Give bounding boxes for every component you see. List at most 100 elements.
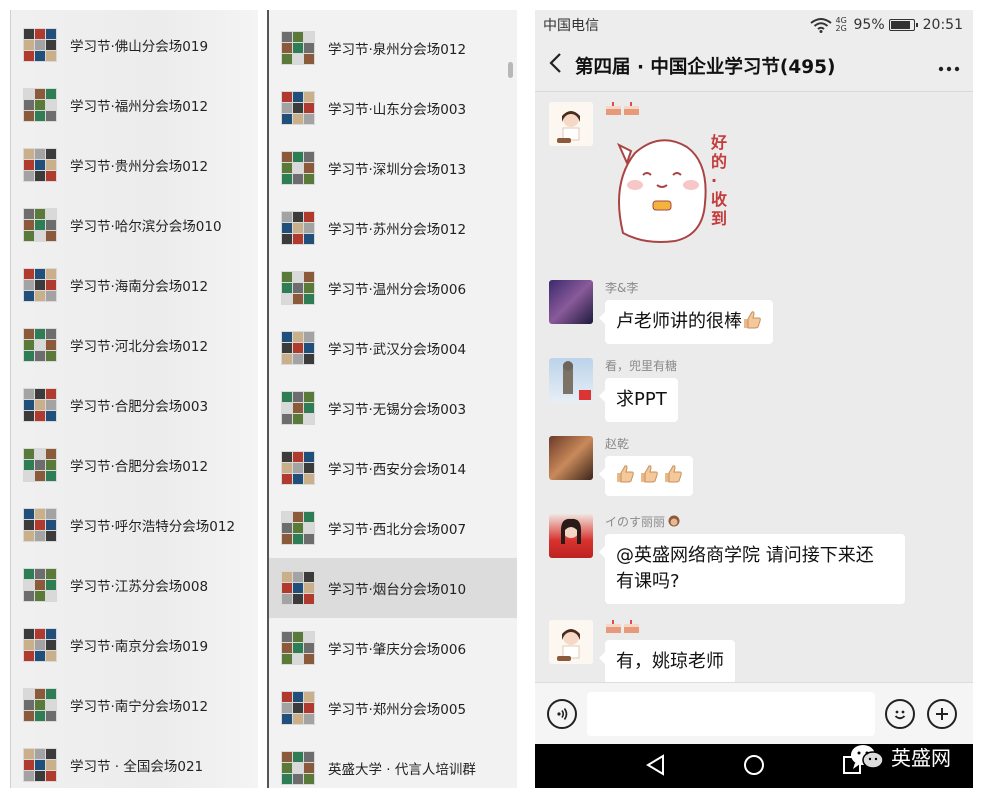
- list-item[interactable]: 学习节 · 全国会场021: [11, 735, 258, 788]
- message-bubble[interactable]: 卢老师讲的很棒: [599, 300, 773, 344]
- list-item[interactable]: 学习节·武汉分会场004: [269, 318, 517, 378]
- chat-title: 第四届 · 中国企业学习节(495): [575, 56, 836, 78]
- list-item-selected[interactable]: 学习节·烟台分会场010: [269, 558, 517, 618]
- chat-screen: 中国电信 4G 2G 95% 20:51 第四届 · 中国企业学习节(495): [535, 10, 973, 788]
- message-input[interactable]: [587, 691, 875, 736]
- avatar[interactable]: [549, 514, 593, 558]
- list-item[interactable]: 学习节·西安分会场014: [269, 438, 517, 498]
- avatar[interactable]: [549, 436, 593, 480]
- avatar-tile: [282, 212, 292, 222]
- group-list-middle[interactable]: 学习节·泉州分会场012 学习节·山东分会场003 学习节·深圳分会场013 学…: [267, 10, 517, 788]
- group-avatar: [281, 691, 315, 725]
- message-bubble[interactable]: @英盛网络商学院 请问接下来还 有课吗?: [599, 534, 905, 604]
- avatar-tile: [293, 512, 303, 522]
- avatar[interactable]: [549, 358, 593, 402]
- list-item[interactable]: 学习节·无锡分会场003: [269, 378, 517, 438]
- message-bubble[interactable]: [599, 456, 693, 496]
- message-bubble[interactable]: 求PPT: [599, 378, 678, 422]
- sender-name: イのす丽丽: [605, 514, 905, 531]
- list-item[interactable]: 英盛大学 · 代言人培训群: [269, 738, 517, 788]
- add-icon[interactable]: [927, 698, 957, 729]
- avatar-tile: [304, 632, 314, 642]
- list-item[interactable]: 学习节·肇庆分会场006: [269, 618, 517, 678]
- avatar-tile: [293, 283, 303, 293]
- list-item[interactable]: 学习节·泉州分会场012: [269, 18, 517, 78]
- list-item[interactable]: 学习节·贵州分会场012: [11, 135, 258, 195]
- list-item[interactable]: 学习节·南京分会场019: [11, 615, 258, 675]
- group-name: 学习节·哈尔滨分会场010: [70, 219, 222, 235]
- list-item[interactable]: 学习节·海南分会场012: [11, 255, 258, 315]
- group-avatar: [281, 511, 315, 545]
- list-item[interactable]: 学习节·呼尔浩特分会场012: [11, 495, 258, 555]
- avatar-tile: [293, 174, 303, 184]
- list-item[interactable]: 学习节·佛山分会场019: [11, 15, 258, 75]
- avatar-tile: [24, 771, 34, 781]
- avatar-tile: [24, 651, 34, 661]
- group-avatar: [23, 568, 57, 602]
- avatar-tile: [282, 354, 292, 364]
- list-item[interactable]: 学习节·哈尔滨分会场010: [11, 195, 258, 255]
- list-item[interactable]: 学习节·山东分会场003: [269, 78, 517, 138]
- avatar-tile: [304, 343, 314, 353]
- list-item[interactable]: 学习节·合肥分会场012: [11, 435, 258, 495]
- avatar[interactable]: [549, 102, 593, 146]
- avatar-tile: [293, 32, 303, 42]
- group-list-left[interactable]: 学习节·佛山分会场019 学习节·福州分会场012 学习节·贵州分会场012 学…: [10, 10, 258, 788]
- group-avatar: [23, 748, 57, 782]
- avatar-tile: [35, 760, 45, 770]
- avatar[interactable]: [549, 280, 593, 324]
- list-item[interactable]: 学习节·江苏分会场008: [11, 555, 258, 615]
- avatar-tile: [282, 583, 292, 593]
- avatar-tile: [293, 714, 303, 724]
- back-arrow-icon[interactable]: [535, 51, 575, 81]
- list-item[interactable]: 学习节·合肥分会场003: [11, 375, 258, 435]
- avatar-tile: [35, 531, 45, 541]
- avatar-tile: [46, 411, 56, 421]
- nav-home-icon[interactable]: [743, 754, 765, 776]
- avatar-tile: [304, 354, 314, 364]
- avatar-tile: [35, 340, 45, 350]
- list-item[interactable]: 学习节·西北分会场007: [269, 498, 517, 558]
- message-bubble[interactable]: 有，姚琼老师: [599, 640, 735, 684]
- watermark-text: 英盛网: [891, 746, 951, 770]
- list-item[interactable]: 学习节·深圳分会场013: [269, 138, 517, 198]
- avatar-tile: [293, 752, 303, 762]
- avatar-tile: [304, 474, 314, 484]
- list-item[interactable]: 学习节·苏州分会场012: [269, 198, 517, 258]
- cake-icon: [606, 620, 639, 633]
- avatar-tile: [282, 752, 292, 762]
- list-item[interactable]: 学习节·福州分会场012: [11, 75, 258, 135]
- avatar-tile: [46, 51, 56, 61]
- group-name: 学习节·肇庆分会场006: [328, 642, 467, 658]
- avatar-tile: [46, 651, 56, 661]
- message-text: 有课吗?: [616, 571, 680, 592]
- avatar-tile: [24, 40, 34, 50]
- list-item[interactable]: 学习节·郑州分会场005: [269, 678, 517, 738]
- sticker-image[interactable]: 好的·收到: [605, 123, 745, 253]
- message-row: 看，兜里有糖 求PPT: [549, 358, 959, 424]
- list-item[interactable]: 学习节·河北分会场012: [11, 315, 258, 375]
- emoji-icon[interactable]: [885, 698, 915, 729]
- avatar-tile: [35, 651, 45, 661]
- avatar-tile: [293, 163, 303, 173]
- nav-back-icon[interactable]: [645, 754, 667, 776]
- avatar-tile: [304, 752, 314, 762]
- avatar-tile: [282, 534, 292, 544]
- avatar-tile: [35, 400, 45, 410]
- group-name: 学习节·合肥分会场012: [70, 459, 209, 475]
- avatar-tile: [35, 351, 45, 361]
- avatar[interactable]: [549, 620, 593, 664]
- avatar-tile: [293, 403, 303, 413]
- avatar-tile: [46, 449, 56, 459]
- list-item[interactable]: 学习节·南宁分会场012: [11, 675, 258, 735]
- avatar-tile: [46, 700, 56, 710]
- more-icon[interactable]: [925, 53, 973, 78]
- group-name: 学习节·西安分会场014: [328, 462, 467, 478]
- voice-icon[interactable]: [547, 698, 577, 729]
- sender-name: 李&李: [605, 281, 639, 295]
- list-item[interactable]: 学习节·温州分会场006: [269, 258, 517, 318]
- avatar-tile: [304, 212, 314, 222]
- avatar-tile: [24, 640, 34, 650]
- avatar-tile: [293, 643, 303, 653]
- avatar-tile: [24, 711, 34, 721]
